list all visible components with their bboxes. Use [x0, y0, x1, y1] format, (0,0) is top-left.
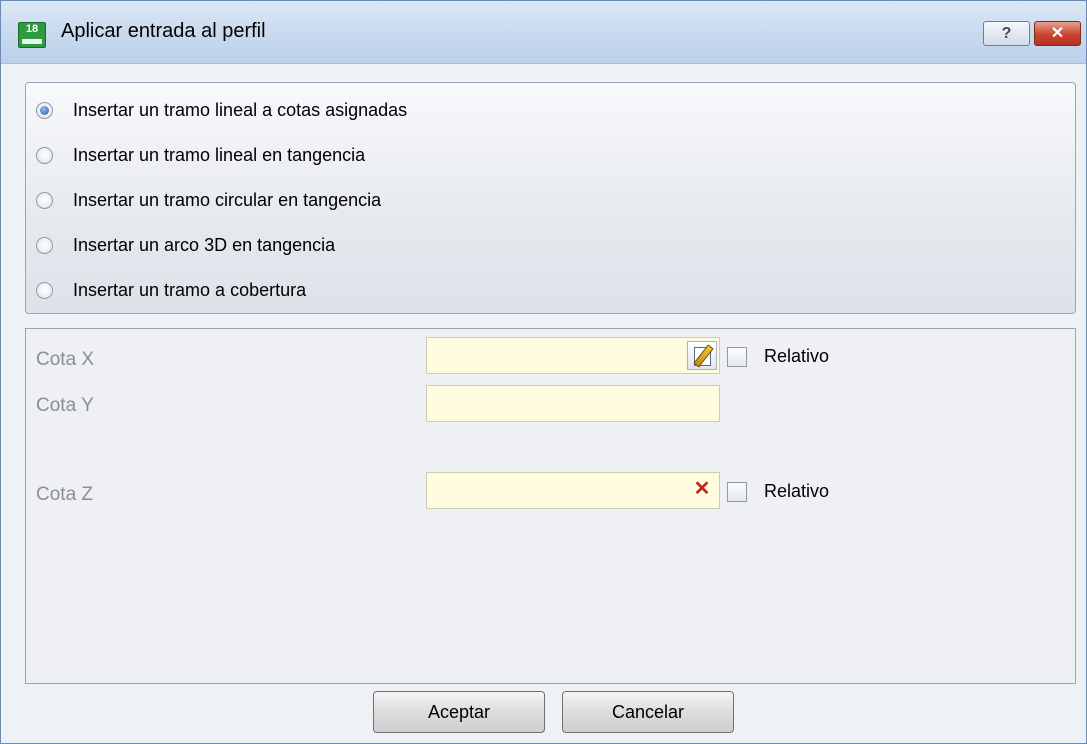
cota-z-relative-label: Relativo	[764, 481, 830, 501]
radio-button[interactable]	[36, 236, 53, 254]
cancel-button[interactable]: Cancelar	[562, 691, 734, 733]
radio-label: Insertar un tramo circular en tangencia	[73, 189, 382, 210]
cota-x-relative-checkbox[interactable]	[727, 347, 747, 367]
radio-button[interactable]	[36, 191, 53, 209]
radio-option-linear-tangent[interactable]: Insertar un tramo lineal en tangencia	[36, 140, 365, 170]
entry-type-radio-group: Insertar un tramo lineal a cotas asignad…	[25, 82, 1076, 314]
cota-y-input[interactable]	[426, 385, 720, 422]
edit-icon[interactable]	[687, 341, 717, 370]
radio-label: Insertar un arco 3D en tangencia	[73, 234, 336, 255]
accept-button[interactable]: Aceptar	[373, 691, 545, 733]
cota-z-relative-checkbox[interactable]	[727, 482, 747, 502]
radio-option-linear-assigned[interactable]: Insertar un tramo lineal a cotas asignad…	[36, 95, 407, 125]
radio-button-selected[interactable]	[36, 101, 53, 119]
cota-x-input[interactable]	[426, 337, 720, 374]
cota-z-label: Cota Z	[36, 484, 94, 505]
radio-option-circular-tangent[interactable]: Insertar un tramo circular en tangencia	[36, 185, 381, 215]
dialog-window: 18 Aplicar entrada al perfil ? ✕ Inserta…	[0, 0, 1087, 744]
cota-x-label: Cota X	[36, 349, 95, 370]
cota-x-relative-label: Relativo	[764, 346, 830, 366]
coordinates-panel: Cota X Relativo Cota Y Cota Z ✕ Relativo	[25, 328, 1076, 684]
radio-label: Insertar un tramo a cobertura	[73, 279, 307, 300]
close-button[interactable]: ✕	[1034, 21, 1081, 46]
cota-z-input[interactable]: ✕	[426, 472, 720, 509]
app-icon: 18	[18, 22, 46, 48]
cota-y-label: Cota Y	[36, 395, 94, 416]
clear-icon[interactable]: ✕	[687, 476, 717, 505]
window-title: Aplicar entrada al perfil	[61, 20, 266, 42]
app-icon-text: 18	[25, 23, 39, 35]
radio-option-coverage[interactable]: Insertar un tramo a cobertura	[36, 275, 306, 305]
radio-label: Insertar un tramo lineal a cotas asignad…	[73, 99, 408, 120]
title-bar[interactable]: 18 Aplicar entrada al perfil ? ✕	[1, 1, 1086, 64]
app-icon-bar	[22, 39, 42, 44]
radio-button[interactable]	[36, 146, 53, 164]
radio-button[interactable]	[36, 281, 53, 299]
radio-option-arc3d-tangent[interactable]: Insertar un arco 3D en tangencia	[36, 230, 335, 260]
radio-label: Insertar un tramo lineal en tangencia	[73, 144, 366, 165]
help-button[interactable]: ?	[983, 21, 1030, 46]
